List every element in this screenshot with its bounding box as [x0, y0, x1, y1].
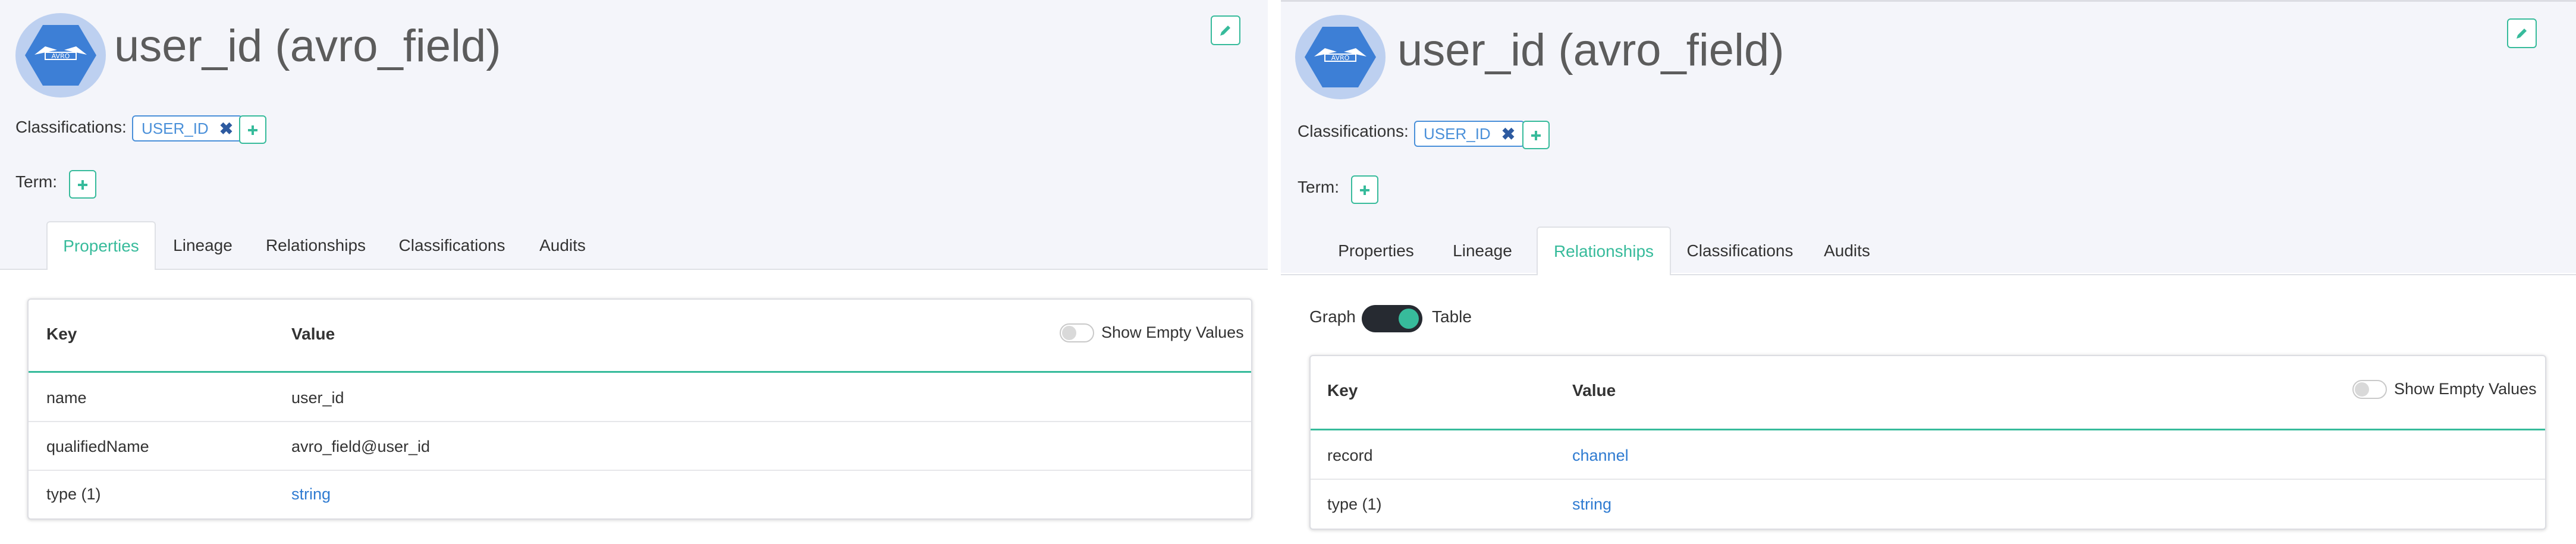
svg-text:AVRO: AVRO [1331, 54, 1350, 62]
tab-lineage[interactable]: Lineage [168, 221, 238, 270]
classification-tag[interactable]: USER_ID ✖ [132, 115, 243, 141]
classification-tag-label: USER_ID [1424, 124, 1491, 143]
relationships-table-card: Show Empty Values Key Value record chann… [1309, 355, 2546, 530]
pencil-icon [2517, 29, 2527, 39]
classification-tag-label: USER_ID [142, 119, 209, 137]
tab-audits[interactable]: Audits [1818, 227, 1876, 275]
table-view-label: Table [1432, 307, 1472, 326]
properties-table-card: Show Empty Values Key Value name user_id… [27, 298, 1252, 520]
column-header-value: Value [1572, 381, 1616, 400]
row-value: avro_field@user_id [291, 438, 431, 455]
edit-button[interactable] [2507, 18, 2537, 48]
entity-title: user_id (avro_field) [114, 21, 501, 71]
classifications-label: Classifications: [15, 118, 127, 136]
show-empty-values-label: Show Empty Values [1101, 323, 1244, 341]
show-empty-values-toggle[interactable] [2352, 380, 2387, 399]
column-header-key: Key [1327, 381, 1358, 400]
tab-audits[interactable]: Audits [534, 221, 591, 270]
classifications-label: Classifications: [1298, 122, 1409, 140]
row-key: type (1) [1327, 495, 1382, 513]
tab-relationships[interactable]: Relationships [1537, 227, 1671, 275]
pencil-icon [1220, 26, 1230, 36]
graph-view-label: Graph [1309, 307, 1356, 326]
row-key: record [1327, 446, 1373, 464]
row-key: qualifiedName [46, 438, 149, 455]
row-value-link[interactable]: string [1572, 495, 1611, 514]
show-empty-values-label: Show Empty Values [2394, 380, 2537, 398]
remove-tag-icon[interactable]: ✖ [1501, 124, 1515, 144]
tab-properties[interactable]: Properties [46, 221, 156, 270]
row-value: user_id [291, 389, 344, 407]
add-term-button[interactable] [1351, 175, 1378, 204]
avro-logo-icon: AVRO [1305, 27, 1376, 87]
graph-table-toggle[interactable] [1362, 305, 1422, 332]
row-key: type (1) [46, 485, 101, 503]
entity-avatar: AVRO [15, 13, 106, 98]
edit-button[interactable] [1211, 15, 1240, 45]
entity-detail-panel-relationships: AVRO user_id (avro_field) Classification… [1281, 0, 2576, 544]
svg-text:AVRO: AVRO [52, 52, 70, 60]
tab-properties[interactable]: Properties [1333, 227, 1419, 275]
add-classification-button[interactable] [1522, 121, 1550, 149]
tab-lineage[interactable]: Lineage [1447, 227, 1518, 275]
entity-title: user_id (avro_field) [1397, 25, 1785, 76]
remove-tag-icon[interactable]: ✖ [219, 119, 233, 139]
add-term-button[interactable] [69, 170, 96, 199]
tab-classifications[interactable]: Classifications [1682, 227, 1798, 275]
add-classification-button[interactable] [239, 115, 266, 144]
show-empty-values-toggle[interactable] [1060, 323, 1094, 342]
term-label: Term: [1298, 178, 1339, 196]
avro-logo-icon: AVRO [25, 25, 96, 86]
column-header-key: Key [46, 325, 77, 343]
tab-classifications[interactable]: Classifications [395, 221, 509, 270]
row-value-link[interactable]: string [291, 485, 331, 504]
entity-detail-panel-properties: AVRO user_id (avro_field) Classification… [0, 0, 1268, 542]
row-value-link[interactable]: channel [1572, 446, 1629, 465]
row-key: name [46, 389, 87, 407]
classification-tag[interactable]: USER_ID ✖ [1414, 121, 1525, 147]
column-header-value: Value [291, 325, 335, 343]
tab-relationships[interactable]: Relationships [259, 221, 372, 270]
term-label: Term: [15, 172, 57, 191]
entity-avatar: AVRO [1295, 15, 1386, 99]
